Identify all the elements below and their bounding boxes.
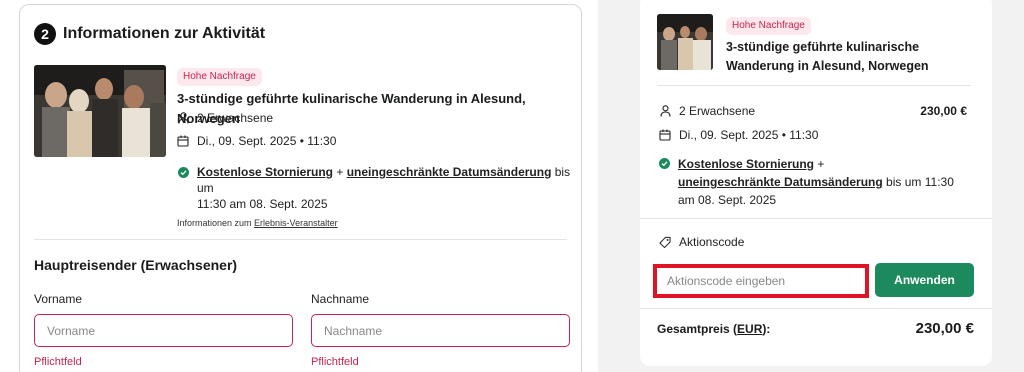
summary-divider-bottom xyxy=(640,308,992,309)
free-cancellation-link[interactable]: Kostenlose Stornierung xyxy=(197,165,333,179)
last-name-field[interactable] xyxy=(311,314,570,347)
high-demand-badge: Hohe Nachfrage xyxy=(177,68,262,86)
activity-info-card: 2 Informationen zur Aktivität Hohe Nachf… xyxy=(19,4,582,372)
section-title: Informationen zur Aktivität xyxy=(63,25,266,42)
last-name-required: Pflichtfeld xyxy=(311,356,359,368)
booking-summary-card: Hohe Nachfrage 3-stündige geführte kulin… xyxy=(640,0,992,366)
unlimited-date-change-link[interactable]: uneingeschränkte Datumsänderung xyxy=(678,175,883,189)
date-row: Di., 09. Sept. 2025 • 11:30 xyxy=(177,134,336,148)
operator-info: Informationen zum Erlebnis-Veranstalter xyxy=(177,218,338,228)
check-circle-icon xyxy=(178,167,189,178)
free-cancellation-link[interactable]: Kostenlose Stornierung xyxy=(678,157,814,171)
activity-photo xyxy=(34,65,166,157)
summary-date-row: Di., 09. Sept. 2025 • 11:30 xyxy=(659,128,818,142)
summary-divider-top xyxy=(657,85,971,86)
travelers-text: 2 Erwachsene xyxy=(197,111,274,125)
cancellation-plus: + xyxy=(333,165,347,179)
summary-cancellation-plus: + xyxy=(814,157,825,171)
person-icon xyxy=(177,112,189,124)
first-name-label: Vorname xyxy=(34,292,83,306)
currency-link[interactable]: EUR xyxy=(737,322,762,336)
travelers-price: 230,00 € xyxy=(920,104,967,118)
summary-cancellation-deadline: am 08. Sept. 2025 xyxy=(678,193,777,207)
summary-divider-middle xyxy=(640,218,992,219)
cancellation-policy: Kostenlose Stornierung + uneingeschränkt… xyxy=(197,164,577,212)
calendar-icon xyxy=(177,135,189,147)
tag-icon xyxy=(659,236,671,248)
first-name-field[interactable] xyxy=(34,314,293,347)
total-price-value: 230,00 € xyxy=(915,320,974,337)
summary-date-text: Di., 09. Sept. 2025 • 11:30 xyxy=(679,128,819,142)
summary-title: 3-stündige geführte kulinarische Wanderu… xyxy=(726,38,929,76)
last-name-label: Nachname xyxy=(311,292,370,306)
promo-code-row: Aktionscode xyxy=(659,235,744,249)
summary-title-line2: Wanderung in Alesund, Norwegen xyxy=(726,59,929,73)
person-icon xyxy=(659,105,671,117)
step-number-badge: 2 xyxy=(34,23,56,45)
operator-prefix: Informationen zum xyxy=(177,218,255,228)
travelers-row: 2 Erwachsene xyxy=(177,111,273,125)
section-divider xyxy=(34,239,567,240)
main-traveler-heading: Hauptreisender (Erwachsener) xyxy=(34,257,238,273)
apply-promo-button[interactable]: Anwenden xyxy=(875,263,974,297)
summary-cancellation-until: bis um 11:30 xyxy=(882,175,954,189)
summary-photo xyxy=(657,14,713,70)
date-text: Di., 09. Sept. 2025 • 11:30 xyxy=(197,134,337,148)
unlimited-date-change-link[interactable]: uneingeschränkte Datumsänderung xyxy=(347,165,552,179)
high-demand-badge: Hohe Nachfrage xyxy=(726,17,811,35)
summary-title-line1: 3-stündige geführte kulinarische xyxy=(726,40,920,54)
check-circle-icon xyxy=(659,158,670,169)
summary-cancellation-policy: Kostenlose Stornierung + uneingeschränkte… xyxy=(678,155,978,209)
total-price-label: Gesamtpreis (EUR): xyxy=(657,322,770,336)
operator-link[interactable]: Erlebnis-Veranstalter xyxy=(254,218,338,228)
promo-code-input[interactable] xyxy=(657,268,865,294)
summary-travelers-text: 2 Erwachsene xyxy=(679,104,756,118)
promo-code-highlight xyxy=(653,264,869,298)
total-prefix: Gesamtpreis ( xyxy=(657,322,738,336)
total-suffix: ): xyxy=(762,322,771,336)
cancellation-deadline: 11:30 am 08. Sept. 2025 xyxy=(197,197,328,211)
summary-travelers-row: 2 Erwachsene xyxy=(659,104,755,118)
calendar-icon xyxy=(659,129,671,141)
first-name-required: Pflichtfeld xyxy=(34,356,82,368)
promo-code-label: Aktionscode xyxy=(679,235,745,249)
